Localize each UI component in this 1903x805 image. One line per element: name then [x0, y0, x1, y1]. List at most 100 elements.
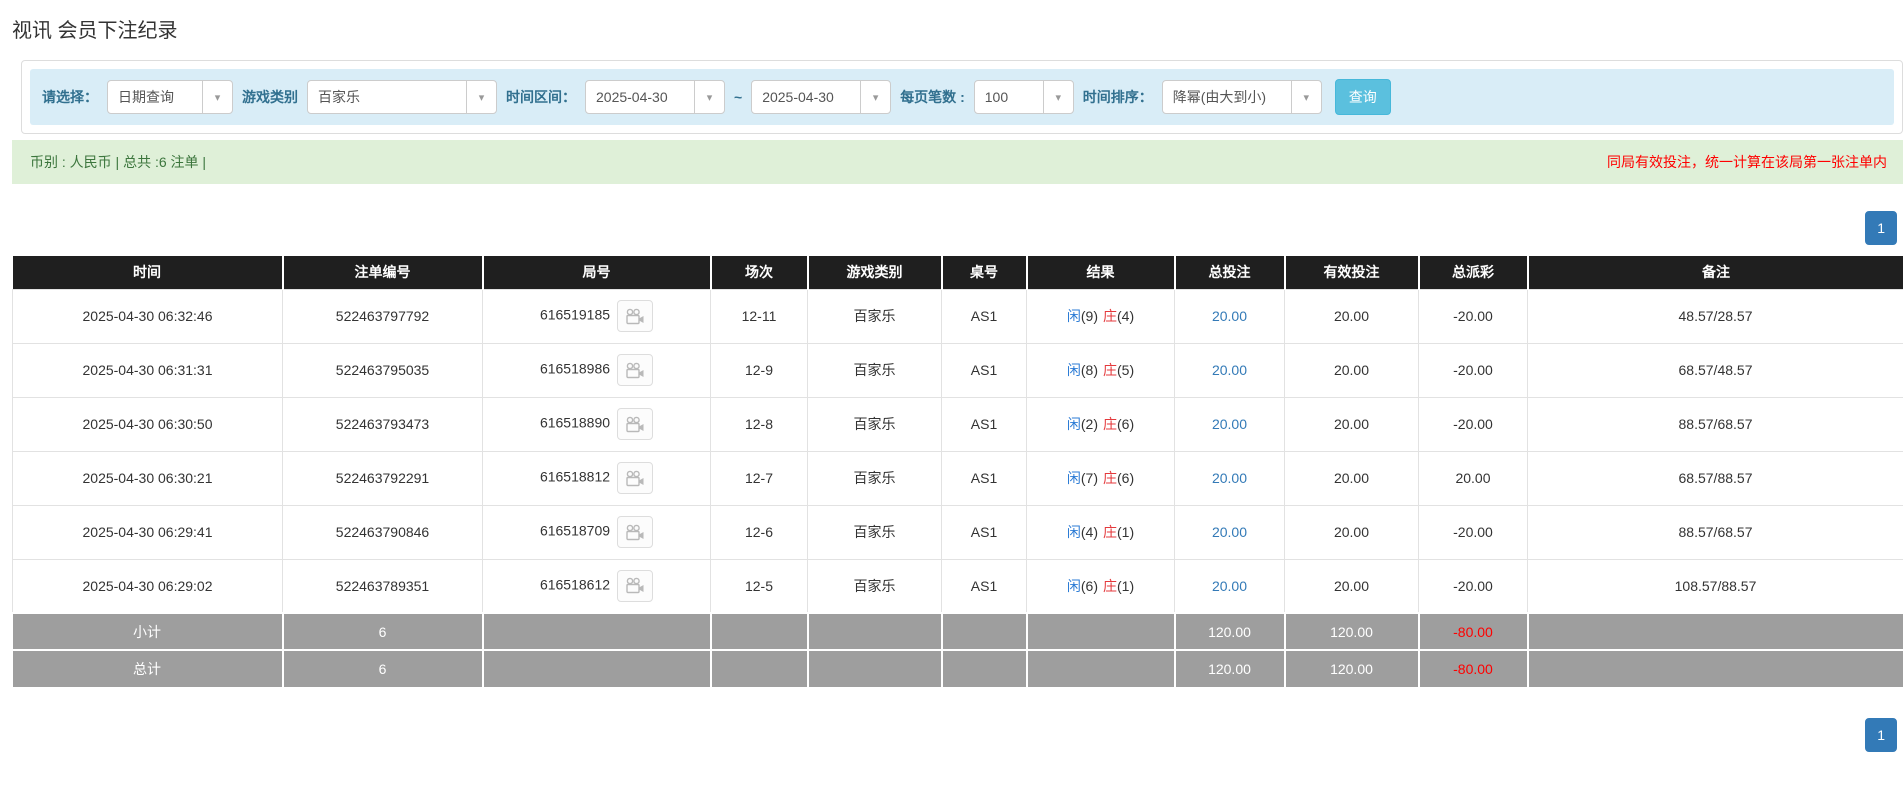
- chevron-down-icon[interactable]: ▾: [1290, 81, 1321, 113]
- player-score: (2): [1080, 416, 1098, 432]
- chevron-down-icon[interactable]: ▾: [1042, 81, 1073, 113]
- time-cell: 2025-04-30 06:29:02: [12, 558, 283, 614]
- range-separator: ~: [734, 89, 743, 105]
- banker-result: 庄: [1103, 416, 1117, 432]
- video-replay-button[interactable]: [617, 569, 654, 602]
- session-cell: 12-7: [710, 450, 808, 506]
- filter-bar: 请选择： 日期查询 ▾ 游戏类别 百家乐 ▾ 时间区间： 2025-04-30 …: [30, 69, 1894, 125]
- payout-cell: -20.00: [1418, 558, 1528, 614]
- player-result: 闲: [1066, 416, 1081, 432]
- page-1-button[interactable]: 1: [1865, 718, 1897, 752]
- player-score: (9): [1080, 308, 1098, 324]
- session-cell: 12-6: [710, 504, 808, 560]
- total-bet-cell: 20.00: [1174, 450, 1285, 506]
- video-replay-button[interactable]: [617, 408, 654, 440]
- table-header-row: 时间 注单编号 局号 场次 游戏类别 桌号 结果 总投注 有效投注 总派彩 备注: [12, 256, 1903, 289]
- total-bet-link[interactable]: 20.00: [1212, 416, 1247, 432]
- header-table-no: 桌号: [941, 256, 1028, 289]
- session-cell: 12-5: [710, 558, 808, 614]
- round-id-cell: 616519185: [482, 288, 711, 344]
- page-size-select[interactable]: 100 ▾: [973, 80, 1074, 114]
- date-to-select[interactable]: 2025-04-30 ▾: [751, 80, 892, 114]
- video-replay-button[interactable]: [617, 516, 654, 548]
- round-id-value: 616518812: [539, 468, 611, 485]
- film-camera-icon: [626, 362, 644, 378]
- video-replay-button[interactable]: [617, 354, 654, 386]
- query-type-select[interactable]: 日期查询 ▾: [107, 80, 233, 114]
- game-type-cell: 百家乐: [807, 342, 942, 398]
- player-score: (4): [1080, 524, 1098, 540]
- header-valid-bet: 有效投注: [1284, 256, 1420, 289]
- total-bet-link[interactable]: 20.00: [1212, 362, 1247, 378]
- date-from-value: 2025-04-30: [596, 89, 668, 105]
- table-row: 2025-04-30 06:30:50 522463793473 6165188…: [12, 396, 1903, 452]
- total-bet-link[interactable]: 20.00: [1212, 308, 1247, 324]
- betting-records-page: 视讯 会员下注纪录 请选择： 日期查询 ▾ 游戏类别 百家乐 ▾ 时间区间： 2…: [0, 14, 1903, 805]
- player-result: 闲: [1066, 524, 1081, 540]
- summary-bar: 币别 : 人民币 | 总共 :6 注单 | 同局有效投注，统一计算在该局第一张注…: [12, 140, 1903, 184]
- remark-cell: 108.57/88.57: [1527, 558, 1903, 614]
- game-type-cell: 百家乐: [807, 450, 942, 506]
- total-bet-link[interactable]: 20.00: [1212, 578, 1247, 594]
- chevron-down-icon[interactable]: ▾: [466, 81, 496, 113]
- table-row: 2025-04-30 06:29:02 522463789351 6165186…: [12, 558, 1903, 614]
- total-label: 总计: [12, 649, 284, 687]
- page-title: 视讯 会员下注纪录: [12, 20, 178, 42]
- valid-bet-cell: 20.00: [1284, 288, 1419, 344]
- video-replay-button[interactable]: [617, 462, 654, 494]
- banker-score: (1): [1117, 524, 1135, 540]
- session-cell: 12-11: [710, 288, 808, 344]
- table-row: 2025-04-30 06:32:46 522463797792 6165191…: [12, 288, 1903, 344]
- search-button[interactable]: 查询: [1334, 79, 1391, 115]
- remark-cell: 88.57/68.57: [1527, 396, 1903, 452]
- film-camera-icon: [626, 524, 644, 540]
- game-type-cell: 百家乐: [807, 288, 942, 344]
- total-bet-link[interactable]: 20.00: [1212, 524, 1247, 540]
- date-to-value: 2025-04-30: [762, 89, 834, 105]
- total-bet-cell: 20.00: [1174, 288, 1285, 344]
- player-score: (8): [1080, 362, 1098, 378]
- chevron-down-icon[interactable]: ▾: [694, 81, 724, 113]
- valid-bet-cell: 20.00: [1284, 558, 1419, 614]
- time-sort-select[interactable]: 降幂(由大到小) ▾: [1161, 80, 1322, 114]
- result-cell: 闲(2) 庄(6): [1026, 396, 1175, 452]
- bet-id-cell: 522463792291: [282, 450, 483, 506]
- banker-result: 庄: [1103, 362, 1117, 378]
- total-bet-link[interactable]: 20.00: [1212, 470, 1247, 486]
- total-bet-cell: 20.00: [1174, 342, 1285, 398]
- total-count: 6: [282, 649, 484, 687]
- game-type-cell: 百家乐: [807, 504, 942, 560]
- page-size-label: 每页笔数 :: [900, 89, 965, 105]
- round-id-cell: 616518709: [482, 504, 711, 560]
- table-body: 2025-04-30 06:32:46 522463797792 6165191…: [12, 288, 1903, 614]
- remark-cell: 88.57/68.57: [1527, 504, 1903, 560]
- query-type-label: 请选择：: [42, 89, 98, 105]
- valid-bet-cell: 20.00: [1284, 450, 1419, 506]
- chevron-down-icon[interactable]: ▾: [202, 81, 232, 113]
- bet-id-cell: 522463789351: [282, 558, 483, 614]
- time-sort-label: 时间排序：: [1082, 89, 1153, 105]
- total-payout: -80.00: [1418, 649, 1529, 687]
- round-id-value: 616518612: [539, 576, 611, 593]
- bet-id-cell: 522463795035: [282, 342, 483, 398]
- page-1-button[interactable]: 1: [1865, 211, 1897, 245]
- pagination-bottom: 1: [0, 718, 1897, 752]
- round-id-cell: 616518986: [482, 342, 711, 398]
- valid-bet-cell: 20.00: [1284, 504, 1419, 560]
- result-cell: 闲(6) 庄(1): [1026, 558, 1175, 614]
- banker-score: (1): [1117, 577, 1135, 594]
- video-replay-button[interactable]: [617, 300, 654, 332]
- bet-id-cell: 522463790846: [282, 504, 483, 560]
- subtotal-label: 小计: [12, 612, 284, 650]
- date-from-select[interactable]: 2025-04-30 ▾: [585, 80, 725, 114]
- header-game-type: 游戏类别: [807, 256, 943, 289]
- subtotal-payout: -80.00: [1418, 612, 1529, 650]
- game-category-select[interactable]: 百家乐 ▾: [307, 80, 497, 114]
- table-no-cell: AS1: [941, 342, 1027, 398]
- chevron-down-icon[interactable]: ▾: [860, 81, 890, 113]
- result-cell: 闲(9) 庄(4): [1026, 288, 1175, 344]
- round-id-value: 616519185: [539, 306, 611, 323]
- table-no-cell: AS1: [941, 450, 1027, 506]
- film-camera-icon: [626, 308, 644, 324]
- payout-cell: -20.00: [1418, 396, 1528, 452]
